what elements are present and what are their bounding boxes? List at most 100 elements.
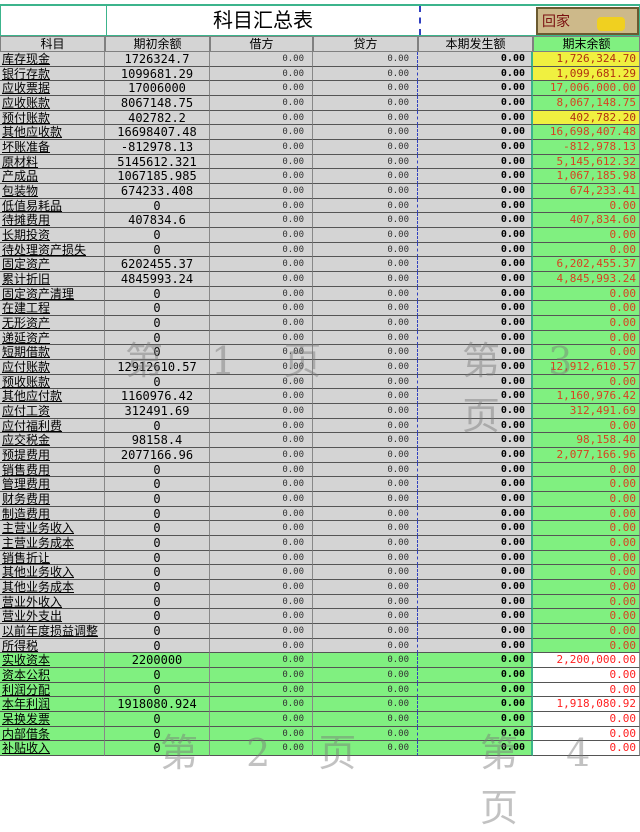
ending-balance-cell[interactable]: 0.00: [533, 345, 640, 361]
period-amount-cell[interactable]: 0.00: [418, 580, 533, 595]
credit-cell[interactable]: 0.00: [313, 272, 418, 287]
debit-cell[interactable]: 0.00: [210, 404, 313, 419]
credit-cell[interactable]: 0.00: [313, 169, 418, 185]
credit-cell[interactable]: 0.00: [313, 536, 418, 551]
title-blank-cell[interactable]: [419, 6, 534, 35]
header-debit[interactable]: 借方: [210, 36, 313, 52]
credit-cell[interactable]: 0.00: [313, 374, 418, 390]
ending-balance-cell[interactable]: 0.00: [533, 521, 640, 537]
ending-balance-cell[interactable]: 0.00: [533, 286, 640, 302]
opening-balance-cell[interactable]: 2200000: [105, 653, 210, 669]
account-name-cell[interactable]: 应付账款: [0, 360, 105, 375]
ending-balance-cell[interactable]: 98,158.40: [533, 433, 640, 449]
credit-cell[interactable]: 0.00: [313, 580, 418, 595]
debit-cell[interactable]: 0.00: [210, 140, 313, 155]
debit-cell[interactable]: 0.00: [210, 154, 313, 170]
debit-cell[interactable]: 0.00: [210, 169, 313, 185]
opening-balance-cell[interactable]: 312491.69: [105, 404, 210, 419]
ending-balance-cell[interactable]: 0.00: [533, 594, 640, 610]
debit-cell[interactable]: 0.00: [210, 536, 313, 551]
ending-balance-cell[interactable]: 1,918,080.92: [533, 697, 640, 713]
ending-balance-cell[interactable]: 1,099,681.29: [533, 66, 640, 82]
ending-balance-cell[interactable]: 0.00: [533, 712, 640, 727]
credit-cell[interactable]: 0.00: [313, 638, 418, 654]
debit-cell[interactable]: 0.00: [210, 52, 313, 67]
account-name-cell[interactable]: 主营业务收入: [0, 521, 105, 537]
debit-cell[interactable]: 0.00: [210, 638, 313, 654]
period-amount-cell[interactable]: 0.00: [418, 184, 533, 199]
header-account[interactable]: 科目: [0, 36, 105, 52]
credit-cell[interactable]: 0.00: [313, 726, 418, 742]
debit-cell[interactable]: 0.00: [210, 96, 313, 111]
account-name-cell[interactable]: 管理费用: [0, 477, 105, 493]
period-amount-cell[interactable]: 0.00: [418, 316, 533, 331]
account-name-cell[interactable]: 待处理资产损失: [0, 242, 105, 258]
credit-cell[interactable]: 0.00: [313, 712, 418, 727]
debit-cell[interactable]: 0.00: [210, 213, 313, 229]
debit-cell[interactable]: 0.00: [210, 594, 313, 610]
debit-cell[interactable]: 0.00: [210, 330, 313, 346]
period-amount-cell[interactable]: 0.00: [418, 272, 533, 287]
debit-cell[interactable]: 0.00: [210, 110, 313, 126]
period-amount-cell[interactable]: 0.00: [418, 81, 533, 96]
credit-cell[interactable]: 0.00: [313, 389, 418, 405]
ending-balance-cell[interactable]: 0.00: [533, 198, 640, 214]
credit-cell[interactable]: 0.00: [313, 404, 418, 419]
opening-balance-cell[interactable]: 402782.2: [105, 110, 210, 126]
account-name-cell[interactable]: 其他应收款: [0, 125, 105, 140]
ending-balance-cell[interactable]: 2,077,166.96: [533, 448, 640, 463]
account-name-cell[interactable]: 应收票据: [0, 81, 105, 96]
account-name-cell[interactable]: 在建工程: [0, 301, 105, 317]
credit-cell[interactable]: 0.00: [313, 609, 418, 625]
credit-cell[interactable]: 0.00: [313, 198, 418, 214]
ending-balance-cell[interactable]: 0.00: [533, 492, 640, 507]
ending-balance-cell[interactable]: 0.00: [533, 580, 640, 595]
account-name-cell[interactable]: 无形资产: [0, 316, 105, 331]
opening-balance-cell[interactable]: 0: [105, 594, 210, 610]
debit-cell[interactable]: 0.00: [210, 741, 313, 757]
ending-balance-cell[interactable]: 0.00: [533, 536, 640, 551]
debit-cell[interactable]: 0.00: [210, 81, 313, 96]
period-amount-cell[interactable]: 0.00: [418, 140, 533, 155]
opening-balance-cell[interactable]: 0: [105, 418, 210, 434]
credit-cell[interactable]: 0.00: [313, 52, 418, 67]
debit-cell[interactable]: 0.00: [210, 374, 313, 390]
credit-cell[interactable]: 0.00: [313, 433, 418, 449]
credit-cell[interactable]: 0.00: [313, 360, 418, 375]
credit-cell[interactable]: 0.00: [313, 96, 418, 111]
credit-cell[interactable]: 0.00: [313, 550, 418, 566]
account-name-cell[interactable]: 内部借条: [0, 726, 105, 742]
opening-balance-cell[interactable]: 0: [105, 345, 210, 361]
account-name-cell[interactable]: 坏账准备: [0, 140, 105, 155]
account-name-cell[interactable]: 其他应付款: [0, 389, 105, 405]
account-name-cell[interactable]: 预提费用: [0, 448, 105, 463]
account-name-cell[interactable]: 销售折让: [0, 550, 105, 566]
opening-balance-cell[interactable]: 1067185.985: [105, 169, 210, 185]
period-amount-cell[interactable]: 0.00: [418, 492, 533, 507]
ending-balance-cell[interactable]: 0.00: [533, 462, 640, 478]
debit-cell[interactable]: 0.00: [210, 609, 313, 625]
opening-balance-cell[interactable]: 0: [105, 536, 210, 551]
debit-cell[interactable]: 0.00: [210, 550, 313, 566]
ending-balance-cell[interactable]: 8,067,148.75: [533, 96, 640, 111]
debit-cell[interactable]: 0.00: [210, 301, 313, 317]
ending-balance-cell[interactable]: 0.00: [533, 741, 640, 757]
ending-balance-cell[interactable]: 5,145,612.32: [533, 154, 640, 170]
account-name-cell[interactable]: 应付工资: [0, 404, 105, 419]
opening-balance-cell[interactable]: 0: [105, 668, 210, 683]
opening-balance-cell[interactable]: 674233.408: [105, 184, 210, 199]
period-amount-cell[interactable]: 0.00: [418, 257, 533, 273]
ending-balance-cell[interactable]: 6,202,455.37: [533, 257, 640, 273]
credit-cell[interactable]: 0.00: [313, 242, 418, 258]
sheet-title[interactable]: 科目汇总表: [106, 6, 419, 35]
debit-cell[interactable]: 0.00: [210, 624, 313, 639]
period-amount-cell[interactable]: 0.00: [418, 609, 533, 625]
spreadsheet[interactable]: 科目汇总表 回家 科目 期初余额 借方 贷方 本期发生额 期末余额 库存现金 17…: [0, 0, 640, 830]
account-name-cell[interactable]: 原材料: [0, 154, 105, 170]
credit-cell[interactable]: 0.00: [313, 228, 418, 243]
ending-balance-cell[interactable]: 0.00: [533, 316, 640, 331]
opening-balance-cell[interactable]: 0: [105, 638, 210, 654]
credit-cell[interactable]: 0.00: [313, 345, 418, 361]
period-amount-cell[interactable]: 0.00: [418, 154, 533, 170]
account-name-cell[interactable]: 应收账款: [0, 96, 105, 111]
